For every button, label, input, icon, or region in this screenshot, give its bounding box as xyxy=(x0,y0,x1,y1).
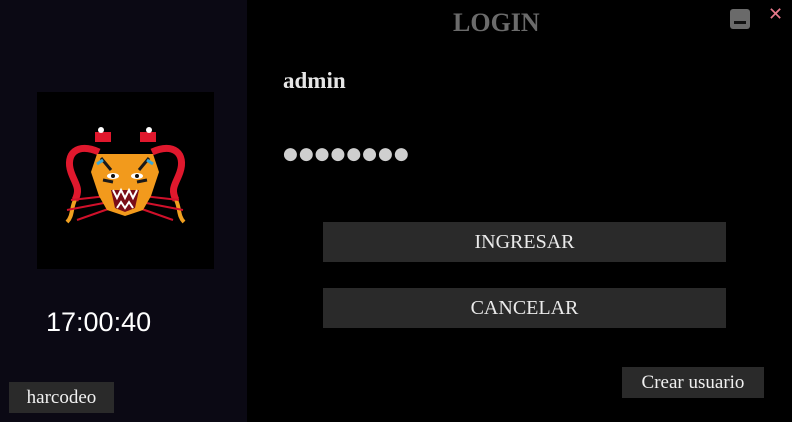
cancel-button[interactable]: CANCELAR xyxy=(323,288,726,328)
clock-display: 17:00:40 xyxy=(46,307,152,337)
close-icon[interactable]: ✕ xyxy=(768,4,783,25)
create-user-button[interactable]: Crear usuario xyxy=(622,367,764,398)
logo-panel xyxy=(37,92,214,269)
minimize-icon[interactable] xyxy=(730,9,750,29)
login-button[interactable]: INGRESAR xyxy=(323,222,726,262)
username-field[interactable] xyxy=(283,66,613,96)
minimize-bar xyxy=(734,21,746,24)
sidebar: 17:00:40 harcodeo xyxy=(0,0,247,422)
harcodeo-button[interactable]: harcodeo xyxy=(9,382,114,413)
password-field[interactable]: ●●●●●●●● xyxy=(283,140,613,168)
tiger-logo-icon xyxy=(65,127,186,224)
page-title: LOGIN xyxy=(453,8,540,37)
